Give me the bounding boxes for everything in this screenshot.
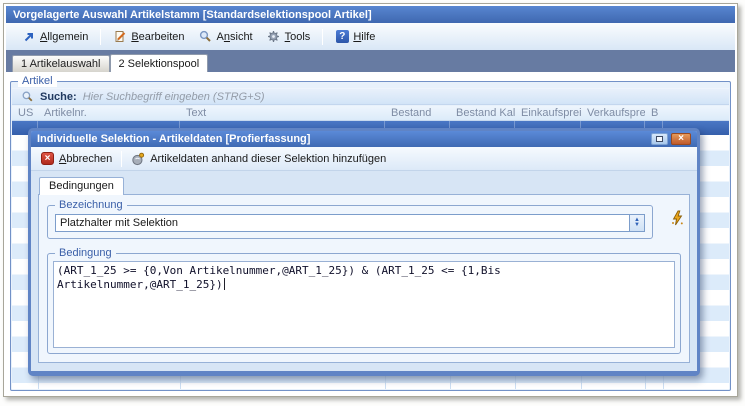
arrow-up-right-icon <box>22 30 36 44</box>
hinzufuegen-label: Artikeldaten anhand dieser Selektion hin… <box>150 153 386 165</box>
toolbar-separator <box>121 151 122 167</box>
edit-icon <box>113 30 127 44</box>
menu-item-bearbeiten[interactable]: Bearbeiten <box>107 28 190 46</box>
spinner-down-icon: ▼ <box>634 223 640 228</box>
restore-icon <box>656 136 663 142</box>
dialog-title: Individuelle Selektion - Artikeldaten [P… <box>37 133 310 145</box>
restore-button[interactable] <box>651 133 668 145</box>
column-header-text[interactable]: Text <box>180 106 385 120</box>
help-icon: ? <box>335 30 349 44</box>
column-header-filler <box>663 106 729 120</box>
menu-separator <box>322 29 323 45</box>
column-header-verkaufspreis[interactable]: Verkaufspreis <box>581 106 645 120</box>
close-icon: × <box>678 134 684 144</box>
bezeichnung-select[interactable]: Platzhalter mit Selektion ▲ ▼ <box>55 214 645 232</box>
magnifier-icon <box>199 30 213 44</box>
menu-item-label: Hilfe <box>353 31 375 43</box>
table-header-row: US Artikelnr. Text Bestand Bestand Kalk.… <box>12 106 729 121</box>
main-tabstrip: 1 Artikelauswahl 2 Selektionspool <box>6 50 735 72</box>
individuelle-selektion-dialog: Individuelle Selektion - Artikeldaten [P… <box>28 128 700 376</box>
selektion-action-button[interactable] <box>668 209 686 227</box>
search-bar: Suche: Hier Suchbegriff eingeben (STRG+S… <box>12 88 729 105</box>
menu-item-allgemein[interactable]: Allgemein <box>16 28 94 46</box>
menu-separator <box>100 29 101 45</box>
tab-selektionspool[interactable]: 2 Selektionspool <box>110 54 209 72</box>
column-header-artikelnr[interactable]: Artikelnr. <box>38 106 180 120</box>
artikeldaten-hinzufuegen-button[interactable]: Artikeldaten anhand dieser Selektion hin… <box>127 150 390 168</box>
column-header-bestand-kalk[interactable]: Bestand Kalk. <box>450 106 515 120</box>
abbrechen-button[interactable]: × Abbrechen <box>37 150 116 167</box>
text-caret <box>224 278 225 290</box>
bedingungen-panel: Bezeichnung Platzhalter mit Selektion ▲ … <box>38 194 690 363</box>
menu-item-hilfe[interactable]: ? Hilfe <box>329 28 381 46</box>
bezeichnung-group-label: Bezeichnung <box>55 199 127 211</box>
bedingung-groupbox: Bedingung (ART_1_25 >= {0,Von Artikelnum… <box>47 253 681 354</box>
bezeichnung-selected-value: Platzhalter mit Selektion <box>56 215 629 231</box>
column-header-einkaufspreis[interactable]: Einkaufspreis <box>515 106 581 120</box>
combo-dropdown-button[interactable]: ▲ ▼ <box>629 215 644 231</box>
menu-item-label: Allgemein <box>40 31 88 43</box>
search-input[interactable]: Hier Suchbegriff eingeben (STRG+S) <box>83 91 265 103</box>
dialog-body: Bedingungen Bezeichnung Platzhalter mit … <box>31 171 697 371</box>
bedingung-editor[interactable]: (ART_1_25 >= {0,Von Artikelnummer,@ART_1… <box>53 261 675 348</box>
cancel-x-icon: × <box>41 152 54 165</box>
screen: Vorgelagerte Auswahl Artikelstamm [Stand… <box>0 0 745 406</box>
bedingung-group-label: Bedingung <box>55 247 116 259</box>
abbrechen-label: Abbrechen <box>59 153 112 165</box>
bedingung-text: (ART_1_25 >= {0,Von Artikelnummer,@ART_1… <box>57 264 507 291</box>
gear-icon <box>267 30 281 44</box>
menu-bar: Allgemein Bearbeiten Ansicht Tools <box>6 23 735 50</box>
dialog-titlebar[interactable]: Individuelle Selektion - Artikeldaten [P… <box>31 131 697 147</box>
menu-item-label: Bearbeiten <box>131 31 184 43</box>
column-header-b[interactable]: B <box>645 106 663 120</box>
add-selection-icon <box>131 152 145 166</box>
tab-artikelauswahl[interactable]: 1 Artikelauswahl <box>12 55 110 72</box>
lightning-icon <box>670 210 685 226</box>
menu-item-tools[interactable]: Tools <box>261 28 317 46</box>
artikel-group-label: Artikel <box>18 75 57 87</box>
dialog-toolbar: × Abbrechen Artikeldaten anhand dieser S… <box>31 147 697 171</box>
search-label: Suche: <box>40 91 77 103</box>
bezeichnung-groupbox: Bezeichnung Platzhalter mit Selektion ▲ … <box>47 205 653 239</box>
main-window-title: Vorgelagerte Auswahl Artikelstamm [Stand… <box>13 9 372 21</box>
menu-item-ansicht[interactable]: Ansicht <box>193 28 259 46</box>
tab-bedingungen[interactable]: Bedingungen <box>39 177 124 195</box>
search-icon <box>20 90 34 104</box>
menu-item-label: Ansicht <box>217 31 253 43</box>
main-window-titlebar[interactable]: Vorgelagerte Auswahl Artikelstamm [Stand… <box>6 6 735 23</box>
close-button[interactable]: × <box>671 133 691 145</box>
menu-item-label: Tools <box>285 31 311 43</box>
column-header-bestand[interactable]: Bestand <box>385 106 450 120</box>
column-header-us[interactable]: US <box>12 106 38 120</box>
